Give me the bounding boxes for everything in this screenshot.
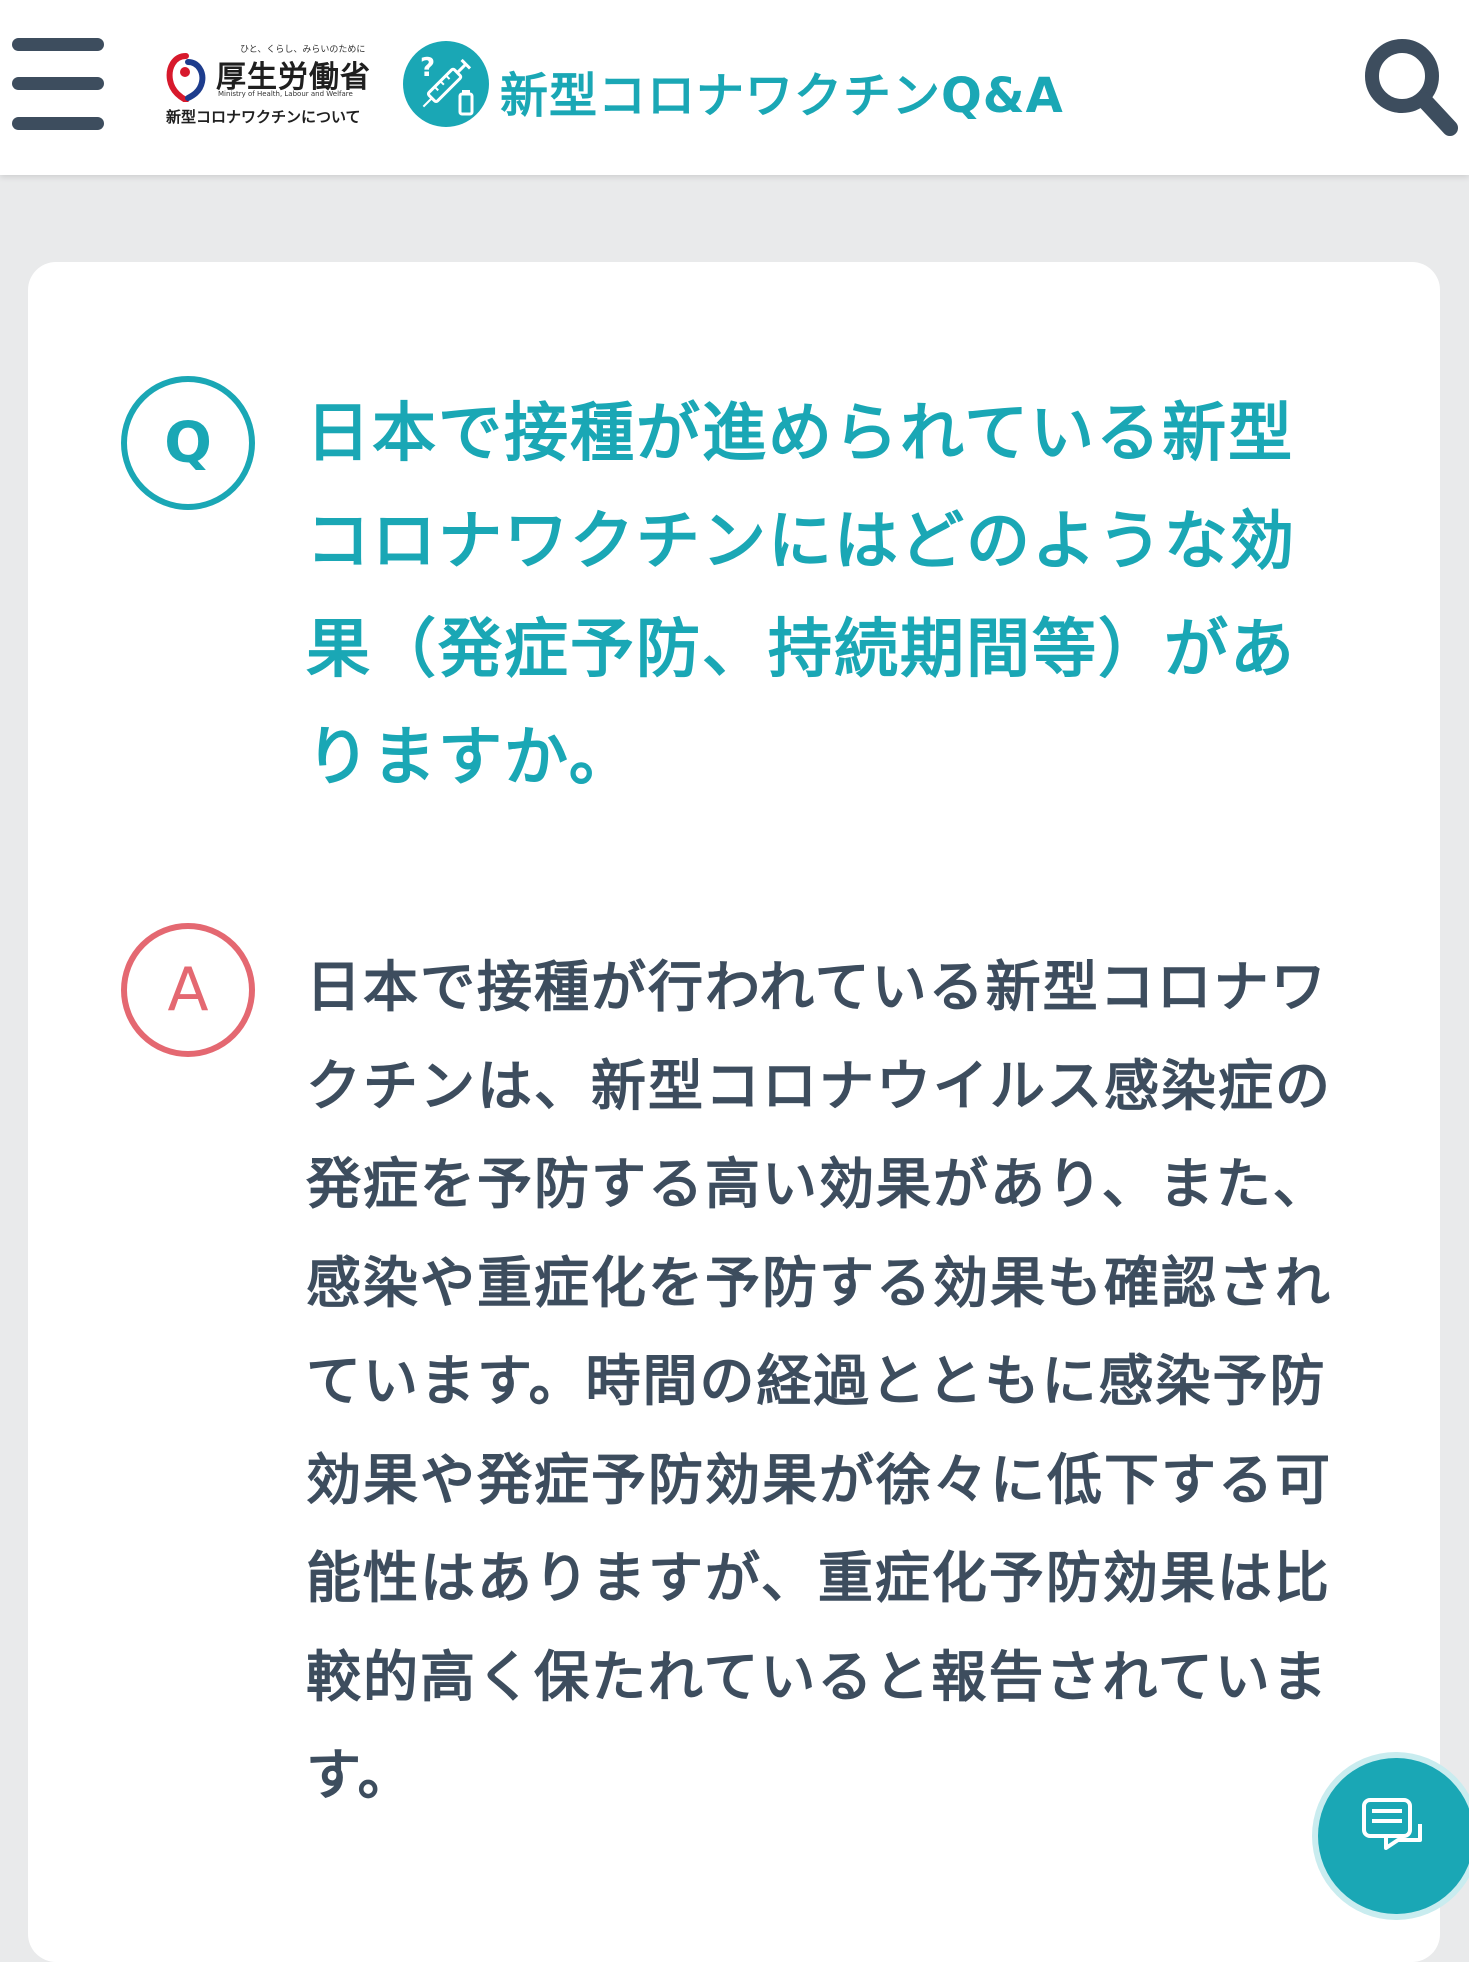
answer-text: 日本で接種が行われている新型コロナワクチンは、新型コロナウイルス感染症の発症を予… [306,955,1333,1807]
ministry-logo[interactable]: ひと、くらし、みらいのために 厚生労働省 Ministry of Health,… [162,40,370,130]
chat-bubble-icon [1362,1798,1422,1850]
ministry-subtitle: 新型コロナワクチンについて [166,108,361,126]
chat-button[interactable] [1318,1758,1469,1914]
site-title: 新型コロナワクチンQ&A [500,68,1064,124]
search-icon[interactable] [1362,36,1458,136]
answer-marker: A [121,923,255,1057]
ministry-emblem-icon [166,53,206,102]
question-text: 日本で接種が進められている新型コロナワクチンにはどのような効果（発症予防、持続期… [306,397,1296,795]
ministry-english-name: Ministry of Health, Labour and Welfare [218,90,353,98]
question-marker: Q [121,376,255,510]
site-header: ひと、くらし、みらいのために 厚生労働省 Ministry of Health,… [0,0,1469,175]
hamburger-menu-icon[interactable] [12,38,104,130]
svg-text:?: ? [420,53,435,83]
vaccine-syringe-icon: ? [403,41,489,127]
